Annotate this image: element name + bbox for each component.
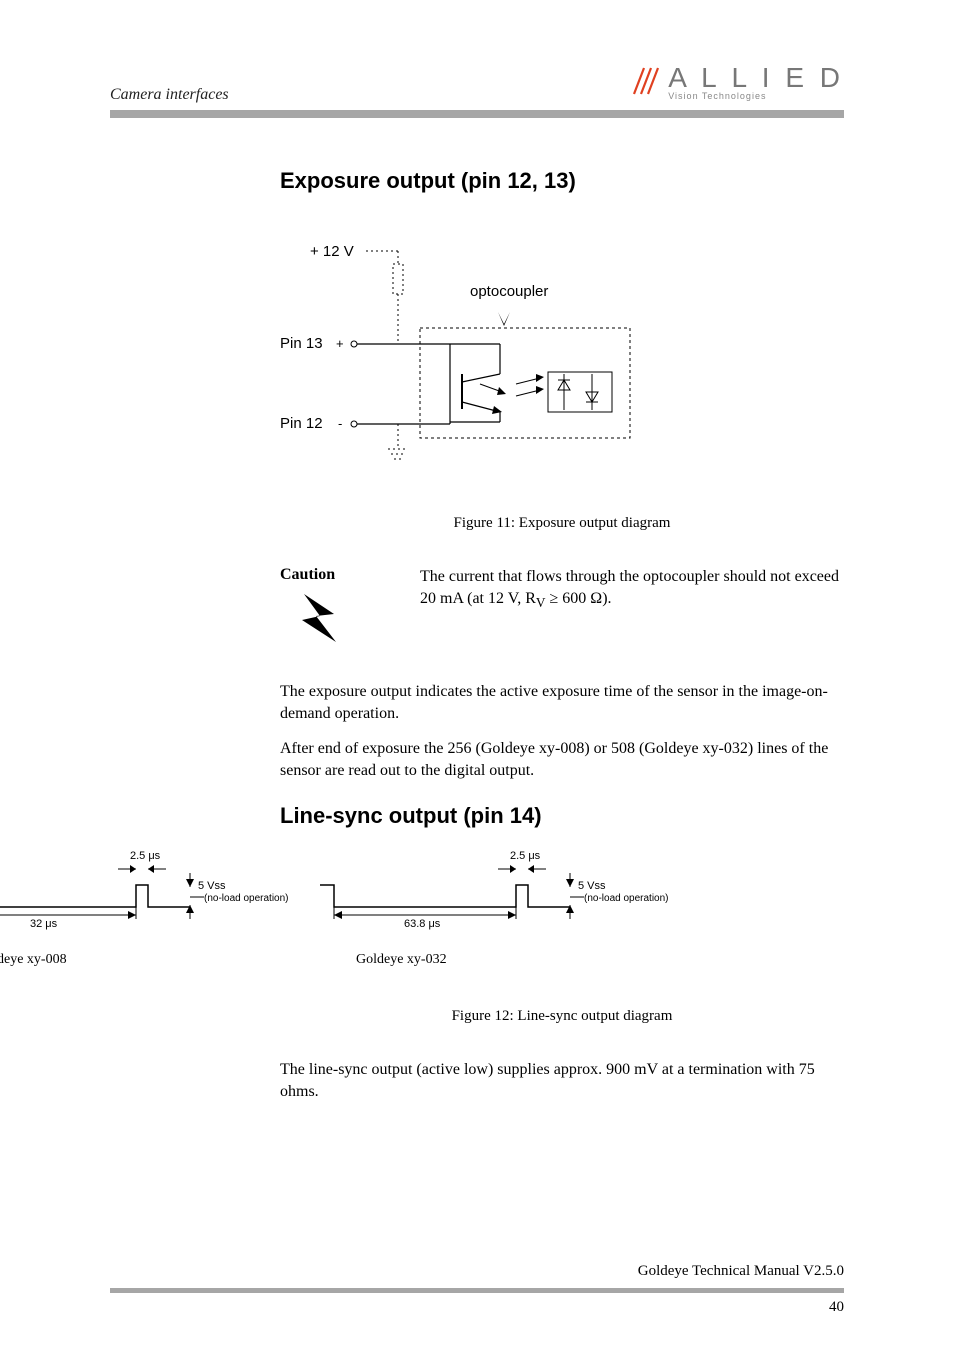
- para-exposure-2: After end of exposure the 256 (Goldeye x…: [280, 738, 844, 781]
- noload-032: (no-load operation): [584, 893, 669, 904]
- pulse-width-032: 2.5 μs: [510, 850, 541, 862]
- diag-12v-label: + 12 V: [310, 243, 354, 260]
- para-linesync-1: The line-sync output (active low) suppli…: [280, 1059, 844, 1102]
- figure-caption-12: Figure 12: Line-sync output diagram: [280, 1008, 844, 1025]
- lightning-icon: [294, 592, 420, 653]
- logo-text-main: A L L I E D: [668, 64, 844, 92]
- company-logo: A L L I E D Vision Technologies: [628, 60, 844, 104]
- timing-diagram-008: 2.5 μs 32 μs 5 Vss: [0, 845, 310, 968]
- logo-text-sub: Vision Technologies: [668, 92, 844, 101]
- footer-rule: [110, 1288, 844, 1293]
- noload-008: (no-load operation): [204, 893, 289, 904]
- svg-text:-: -: [338, 416, 342, 431]
- period-008: 32 μs: [30, 918, 58, 930]
- section-title-linesync: Line-sync output (pin 14): [280, 803, 844, 829]
- svg-text:+: +: [336, 336, 344, 351]
- exposure-diagram: + 12 V optocoupler Pin 13 +: [280, 234, 844, 489]
- diag-optocoupler-label: optocoupler: [470, 283, 548, 300]
- diag-pin12-label: Pin 12: [280, 415, 323, 432]
- pulse-width-008: 2.5 μs: [130, 850, 161, 862]
- timing-label-032: Goldeye xy-032: [356, 952, 690, 968]
- header-rule: [110, 110, 844, 118]
- logo-slashes-icon: [628, 62, 664, 103]
- section-header: Camera interfaces: [110, 86, 229, 104]
- para-exposure-1: The exposure output indicates the active…: [280, 681, 844, 724]
- timing-label-008: Goldeye xy-008: [0, 952, 310, 968]
- caution-label: Caution: [280, 566, 420, 584]
- page-number: 40: [110, 1299, 844, 1316]
- diag-pin13-label: Pin 13: [280, 335, 323, 352]
- period-032: 63.8 μs: [404, 918, 441, 930]
- vss-032: 5 Vss: [578, 880, 606, 892]
- section-title-exposure: Exposure output (pin 12, 13): [280, 168, 844, 194]
- timing-diagram-032: 2.5 μs 63.8 μs 5 Vss (no-load operation): [320, 845, 690, 968]
- caution-text: The current that flows through the optoc…: [420, 566, 844, 612]
- footer-doc-title: Goldeye Technical Manual V2.5.0: [110, 1263, 844, 1280]
- vss-008: 5 Vss: [198, 880, 226, 892]
- figure-caption-11: Figure 11: Exposure output diagram: [280, 515, 844, 532]
